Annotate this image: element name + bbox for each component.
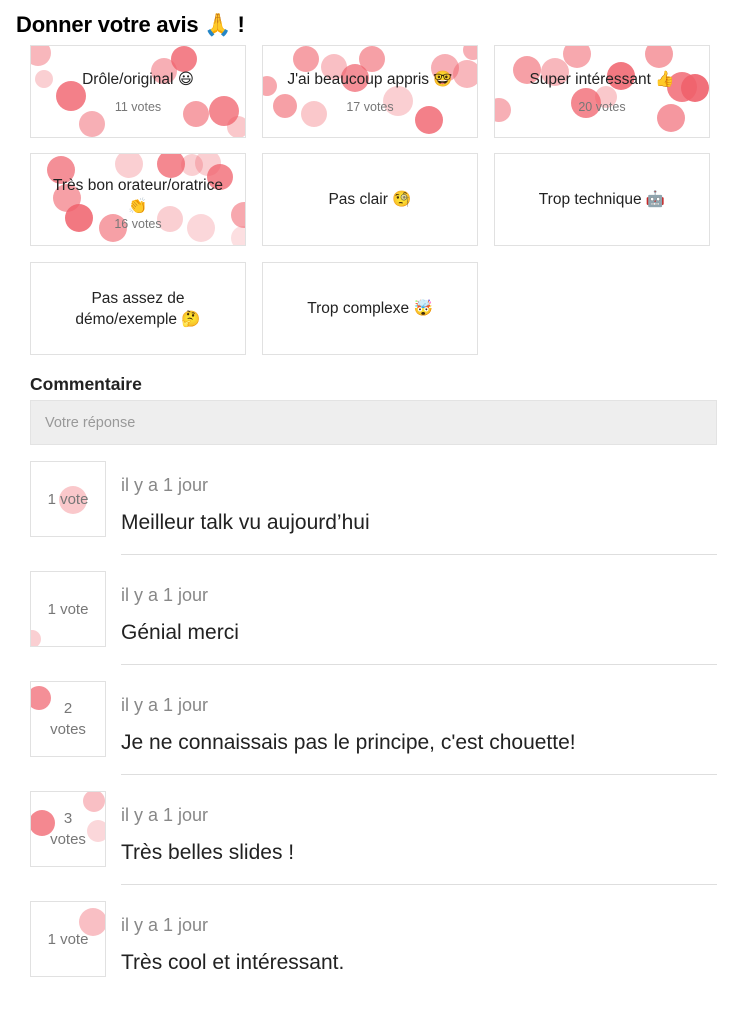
comment-divider [121, 884, 717, 885]
comment-vote-button[interactable]: 2 votes [30, 681, 106, 757]
comment-item: 3 votes il y a 1 jour Très belles slides… [30, 791, 717, 901]
comment-text: Très cool et intéressant. [121, 951, 345, 974]
comment-section-title: Commentaire [30, 374, 142, 394]
card-vote-count: 16 votes [114, 216, 162, 231]
comment-vote-count: 1 vote [47, 930, 89, 948]
comment-divider [121, 554, 717, 555]
comment-vote-button[interactable]: 3 votes [30, 791, 106, 867]
comment-vote-count: 3 votes [50, 810, 86, 848]
feedback-card-drole[interactable]: Drôle/original 😃 11 votes [30, 45, 246, 138]
comment-text: Meilleur talk vu aujourd’hui [121, 511, 370, 534]
card-label: Trop complexe 🤯 [307, 300, 433, 317]
comment-text: Je ne connaissais pas le principe, c'est… [121, 731, 576, 754]
comment-timestamp: il y a 1 jour [121, 475, 209, 495]
comment-vote-button[interactable]: 1 vote [30, 571, 106, 647]
card-label: Pas assez de démo/exemple 🤔 [75, 289, 201, 328]
card-vote-count: 11 votes [114, 100, 162, 114]
comment-timestamp: il y a 1 jour [121, 915, 209, 935]
card-label: J'ai beaucoup appris 🤓 [287, 71, 453, 88]
comment-vote-count: 2 votes [50, 700, 86, 738]
comment-timestamp: il y a 1 jour [121, 805, 209, 825]
card-label: Trop technique 🤖 [538, 191, 666, 208]
feedback-card-interessant[interactable]: Super intéressant 👍 20 votes [494, 45, 710, 138]
card-label: Drôle/original 😃 [82, 71, 194, 88]
comment-vote-button[interactable]: 1 vote [30, 461, 106, 537]
comment-vote-button[interactable]: 1 vote [30, 901, 106, 977]
comment-timestamp: il y a 1 jour [121, 695, 209, 715]
comment-timestamp: il y a 1 jour [121, 585, 209, 605]
comment-divider [121, 664, 717, 665]
comment-item: 2 votes il y a 1 jour Je ne connaissais … [30, 681, 717, 791]
feedback-card-trop-complexe[interactable]: Trop complexe 🤯 [262, 262, 478, 355]
card-label: Super intéressant 👍 [529, 71, 675, 88]
feedback-card-trop-technique[interactable]: Trop technique 🤖 [494, 153, 710, 246]
feedback-card-pas-assez-demo[interactable]: Pas assez de démo/exemple 🤔 [30, 262, 246, 355]
card-vote-count: 17 votes [346, 100, 394, 114]
comment-item: 1 vote il y a 1 jour Très cool et intére… [30, 901, 717, 1011]
comment-item: 1 vote il y a 1 jour Meilleur talk vu au… [30, 461, 717, 571]
comment-vote-count: 1 vote [47, 600, 89, 618]
feedback-card-orateur[interactable]: Très bon orateur/oratrice 👏 16 votes [30, 153, 246, 246]
card-label: Très bon orateur/oratrice 👏 [52, 176, 223, 215]
comment-divider [121, 774, 717, 775]
comment-text: Génial merci [121, 621, 239, 644]
feedback-card-pas-clair[interactable]: Pas clair 🧐 [262, 153, 478, 246]
card-vote-count: 20 votes [578, 100, 626, 114]
comment-input[interactable] [30, 400, 717, 445]
comment-vote-count: 1 vote [47, 490, 89, 508]
comment-item: 1 vote il y a 1 jour Génial merci [30, 571, 717, 681]
feedback-card-appris[interactable]: J'ai beaucoup appris 🤓 17 votes [262, 45, 478, 138]
page-title: Donner votre avis 🙏 ! [16, 12, 245, 37]
comment-text: Très belles slides ! [121, 841, 295, 864]
card-label: Pas clair 🧐 [328, 191, 412, 208]
